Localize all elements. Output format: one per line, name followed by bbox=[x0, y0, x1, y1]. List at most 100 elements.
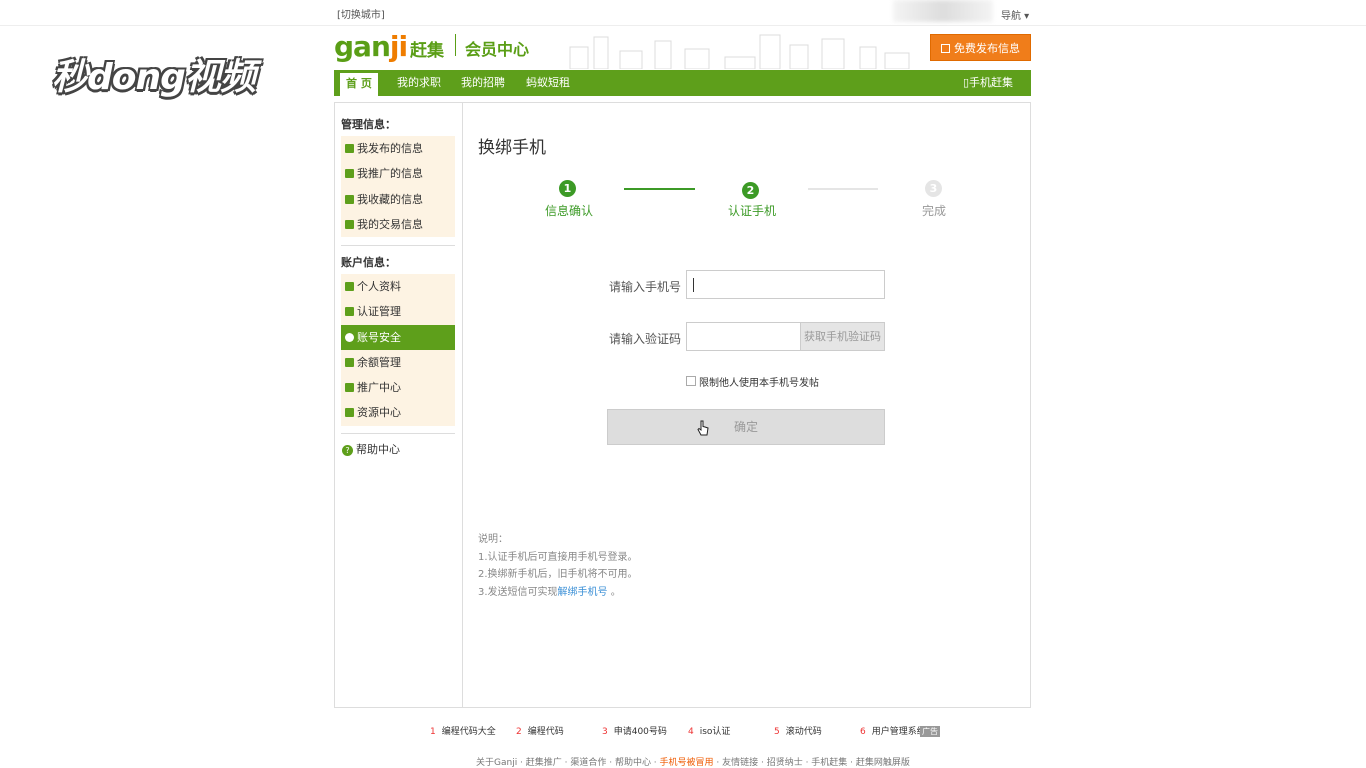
sidebar-item-my-favorites[interactable]: 我收藏的信息 bbox=[341, 187, 455, 212]
notes-block: 说明： 1.认证手机后可直接用手机号登录。 2.换绑新手机后，旧手机将不可用。 … bbox=[478, 531, 638, 601]
sidebar-item-account-security[interactable]: 账号安全 bbox=[341, 324, 455, 350]
sidebar-item-help-center[interactable]: ? 帮助中心 bbox=[342, 441, 400, 457]
plus-box-icon bbox=[345, 408, 354, 418]
skyline-decoration bbox=[569, 34, 910, 69]
logo-text-ji: ji bbox=[389, 30, 408, 63]
edit-icon bbox=[941, 44, 950, 53]
watermark-logo: 秒dong视频 bbox=[52, 57, 256, 98]
confirm-button[interactable]: 确定 bbox=[607, 409, 885, 445]
text-caret bbox=[693, 278, 694, 292]
note-3: 3.发送短信可实现解绑手机号 。 bbox=[478, 584, 638, 602]
step-connector-pending bbox=[808, 188, 878, 190]
ad-number: 6 bbox=[860, 727, 866, 737]
sidebar-item-my-promotions[interactable]: 我推广的信息 bbox=[341, 161, 455, 186]
sidebar-item-label: 个人资料 bbox=[357, 280, 401, 293]
checkbox-icon bbox=[345, 144, 354, 153]
step-3-label: 完成 bbox=[922, 204, 947, 218]
phone-misuse-link[interactable]: 手机号被冒用 bbox=[660, 758, 714, 768]
unbind-phone-link[interactable]: 解绑手机号 bbox=[558, 587, 608, 598]
step-1-label: 信息确认 bbox=[545, 204, 594, 218]
sidebar-item-profile[interactable]: 个人资料 bbox=[341, 274, 455, 299]
ad-number: 4 bbox=[688, 727, 694, 737]
sidebar-divider bbox=[341, 245, 455, 246]
post-free-info-label: 免费发布信息 bbox=[954, 42, 1020, 55]
tab-my-recruitment[interactable]: 我的招聘 bbox=[461, 70, 505, 96]
restrict-checkbox-label[interactable]: 限制他人使用本手机号发帖 bbox=[699, 374, 819, 389]
sidebar-item-label: 账号安全 bbox=[357, 330, 401, 344]
ad-number: 2 bbox=[516, 727, 522, 737]
phone-input[interactable] bbox=[686, 270, 885, 299]
phone-label: 请输入手机号 bbox=[609, 280, 682, 294]
ad-text: iso认证 bbox=[699, 727, 731, 737]
sidebar-divider bbox=[341, 433, 455, 434]
main-nav: 首 页 我的求职 我的招聘 蚂蚁短租 ▯手机赶集 bbox=[334, 70, 1031, 96]
ad-number: 1 bbox=[430, 727, 436, 737]
sidebar-item-label: 推广中心 bbox=[357, 381, 401, 395]
step-3-dot: 3 bbox=[925, 180, 942, 197]
ad-text: 编程代码 bbox=[527, 727, 564, 737]
mobile-ganji-link[interactable]: ▯手机赶集 bbox=[963, 70, 1013, 96]
ad-link[interactable]: 2 编程代码 bbox=[516, 724, 564, 737]
ganji-logo[interactable]: ganji bbox=[334, 30, 408, 63]
ad-link[interactable]: 1 编程代码大全 bbox=[430, 724, 496, 737]
logo-chinese: 赶集 bbox=[410, 41, 444, 61]
help-icon: ? bbox=[342, 445, 353, 456]
step-2-dot: 2 bbox=[742, 182, 759, 199]
ad-link[interactable]: 5 滚动代码 bbox=[774, 724, 822, 737]
account-section-title: 账户信息： bbox=[341, 256, 396, 269]
note-3-text: 3.发送短信可实现 bbox=[478, 586, 558, 598]
sidebar-item-label: 我推广的信息 bbox=[357, 167, 423, 181]
ad-link[interactable]: 3 申请400号码 bbox=[602, 724, 667, 737]
ad-badge: 广告 bbox=[920, 726, 940, 737]
footer-links: 关于Ganji · 赶集推广 · 渠道合作 · 帮助中心 · 手机号被冒用 · … bbox=[476, 755, 910, 768]
ad-link[interactable]: 4 iso认证 bbox=[688, 724, 730, 737]
tab-my-jobs[interactable]: 我的求职 bbox=[397, 70, 441, 96]
ad-text: 编程代码大全 bbox=[441, 727, 496, 737]
sidebar-item-promotion-center[interactable]: 推广中心 bbox=[341, 375, 455, 400]
sidebar-item-resource-center[interactable]: 资源中心 bbox=[341, 400, 455, 425]
blurred-region bbox=[893, 0, 993, 22]
help-label: 帮助中心 bbox=[356, 443, 400, 456]
ad-number: 3 bbox=[602, 727, 608, 737]
id-card-icon bbox=[345, 307, 354, 317]
ad-link[interactable]: 6 用户管理系统 bbox=[860, 724, 926, 737]
sidebar-item-balance[interactable]: 余额管理 bbox=[341, 350, 455, 375]
sidebar-item-label: 认证管理 bbox=[357, 305, 401, 319]
header-divider bbox=[455, 34, 456, 56]
sidebar-item-label: 我收藏的信息 bbox=[357, 192, 423, 206]
folder-icon bbox=[345, 194, 354, 204]
note-3-end: 。 bbox=[607, 586, 621, 598]
sidebar-item-label: 我的交易信息 bbox=[357, 217, 423, 231]
restrict-checkbox[interactable] bbox=[686, 376, 696, 386]
ad-number: 5 bbox=[774, 727, 780, 737]
footer-links-text[interactable]: 关于Ganji · 赶集推广 · 渠道合作 · 帮助中心 · bbox=[476, 758, 660, 768]
code-input[interactable] bbox=[686, 322, 801, 351]
tab-ant-rental[interactable]: 蚂蚁短租 bbox=[526, 70, 570, 96]
city-switch-link[interactable]: [切换城市] bbox=[337, 6, 385, 21]
nav-dropdown[interactable]: 导航 ▾ bbox=[1001, 7, 1029, 22]
note-1: 1.认证手机后可直接用手机号登录。 bbox=[478, 551, 638, 563]
get-code-button[interactable]: 获取手机验证码 bbox=[800, 322, 885, 351]
tab-home[interactable]: 首 页 bbox=[340, 73, 378, 96]
note-2: 2.换绑新手机后，旧手机将不可用。 bbox=[478, 569, 638, 580]
sidebar-item-my-trades[interactable]: 我的交易信息 bbox=[341, 212, 455, 237]
step-1-dot: 1 bbox=[559, 180, 576, 197]
ad-text: 申请400号码 bbox=[613, 727, 667, 737]
sidebar: 管理信息： 我发布的信息 我推广的信息 我收藏的信息 我的交易信息 账户信息： … bbox=[335, 103, 463, 707]
notes-title: 说明： bbox=[478, 534, 508, 545]
hand-cursor-icon bbox=[697, 420, 709, 436]
ad-text: 滚动代码 bbox=[785, 727, 822, 737]
footer-links-text-2[interactable]: · 友情链接 · 招贤纳士 · 手机赶集 · 赶集网触屏版 bbox=[714, 758, 909, 768]
sidebar-item-verification[interactable]: 认证管理 bbox=[341, 299, 455, 324]
code-label: 请输入验证码 bbox=[609, 332, 682, 346]
logo-text-gan: gan bbox=[334, 30, 391, 63]
shield-icon bbox=[345, 332, 354, 342]
post-free-info-button[interactable]: 免费发布信息 bbox=[930, 34, 1031, 61]
top-bar: [切换城市] 导航 ▾ bbox=[0, 0, 1366, 26]
member-center-title: 会员中心 bbox=[465, 40, 530, 59]
page-title: 换绑手机 bbox=[478, 138, 546, 158]
ad-text: 用户管理系统 bbox=[871, 727, 926, 737]
sidebar-item-my-posts[interactable]: 我发布的信息 bbox=[341, 136, 455, 161]
mail-icon bbox=[345, 219, 354, 229]
sidebar-item-label: 余额管理 bbox=[357, 355, 401, 369]
